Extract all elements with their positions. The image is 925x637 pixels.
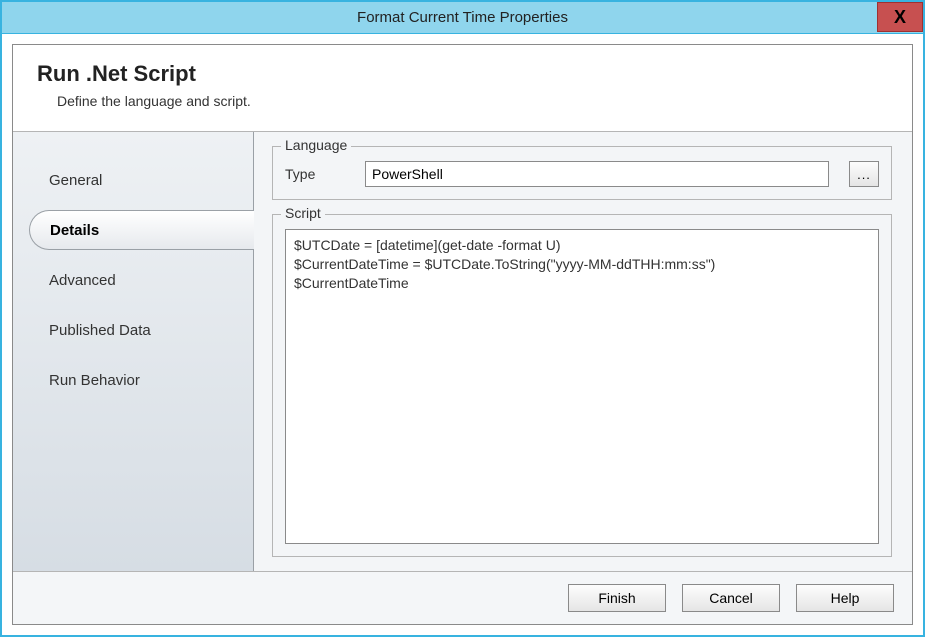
script-group: Script xyxy=(272,214,892,557)
tab-label: Published Data xyxy=(49,322,151,339)
finish-button[interactable]: Finish xyxy=(568,584,666,612)
page-subheading: Define the language and script. xyxy=(37,93,888,109)
type-input[interactable] xyxy=(365,161,829,187)
cancel-button[interactable]: Cancel xyxy=(682,584,780,612)
dialog-window: Format Current Time Properties X Run .Ne… xyxy=(0,0,925,637)
language-row: Type ... xyxy=(285,161,879,187)
tab-label: Run Behavior xyxy=(49,372,140,389)
language-group: Language Type ... xyxy=(272,146,892,200)
content-panel: Language Type ... Script xyxy=(253,132,912,571)
page-heading: Run .Net Script xyxy=(37,61,888,87)
body-section: General Details Advanced Published Data … xyxy=(13,131,912,571)
tab-run-behavior[interactable]: Run Behavior xyxy=(13,360,253,400)
header-section: Run .Net Script Define the language and … xyxy=(13,45,912,131)
close-button[interactable]: X xyxy=(877,2,923,32)
language-group-label: Language xyxy=(281,137,351,153)
titlebar: Format Current Time Properties X xyxy=(2,2,923,34)
tab-label: Advanced xyxy=(49,272,116,289)
tab-general[interactable]: General xyxy=(13,160,253,200)
ellipsis-icon: ... xyxy=(857,167,871,182)
dialog-body: Run .Net Script Define the language and … xyxy=(12,44,913,625)
tab-published-data[interactable]: Published Data xyxy=(13,310,253,350)
inner-wrap: Run .Net Script Define the language and … xyxy=(2,34,923,635)
close-icon: X xyxy=(894,7,906,28)
script-textarea[interactable] xyxy=(285,229,879,544)
type-label: Type xyxy=(285,166,345,182)
browse-button[interactable]: ... xyxy=(849,161,879,187)
script-group-label: Script xyxy=(281,205,325,221)
tab-label: General xyxy=(49,172,102,189)
help-button[interactable]: Help xyxy=(796,584,894,612)
tab-label: Details xyxy=(50,222,99,239)
tab-advanced[interactable]: Advanced xyxy=(13,260,253,300)
sidebar: General Details Advanced Published Data … xyxy=(13,132,253,571)
dialog-footer: Finish Cancel Help xyxy=(13,571,912,624)
tab-details[interactable]: Details xyxy=(29,210,254,250)
window-title: Format Current Time Properties xyxy=(357,9,568,26)
